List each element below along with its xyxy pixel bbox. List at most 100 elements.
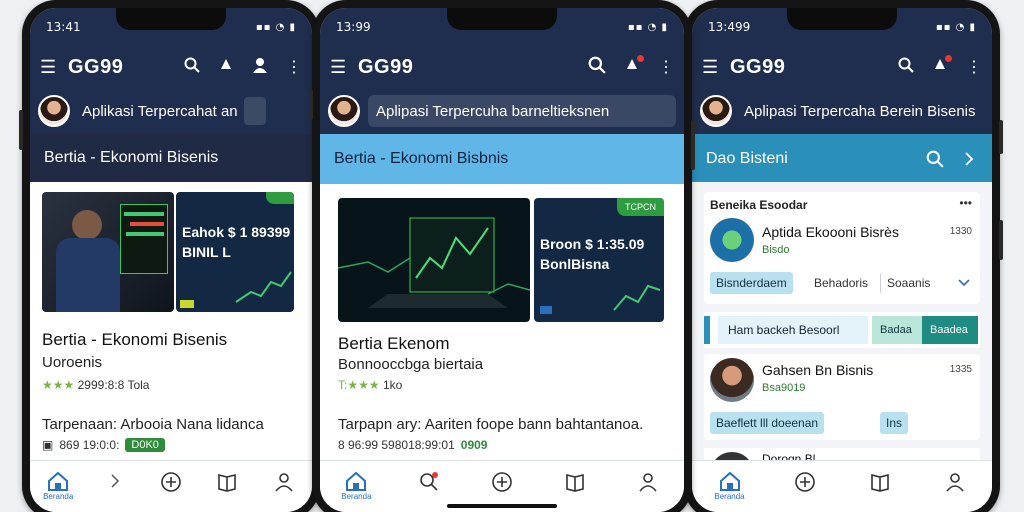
nav-add[interactable] <box>482 471 522 493</box>
item-count: 1330 <box>949 226 972 237</box>
news-card-2[interactable]: Gahsen Bn Bisnis Bsa9019 1335 Baeflett l… <box>704 354 980 440</box>
nav-add[interactable] <box>785 471 825 493</box>
nav-profile[interactable] <box>264 471 304 493</box>
hero-photo[interactable] <box>338 198 530 322</box>
hero-photo[interactable] <box>42 192 174 312</box>
home-icon <box>719 471 740 491</box>
book-icon <box>218 473 237 492</box>
status-bar: 13:41 ▪▪ ◔ ▮ <box>30 8 312 46</box>
search-text: Aplipasi Terpercaha Berein Bisenis <box>744 102 976 120</box>
status-icons: ▪▪ ◔ ▮ <box>255 21 296 33</box>
band-label[interactable]: Ham backeh Besoorl <box>718 316 868 344</box>
notification-icon[interactable] <box>932 54 952 78</box>
rating: ★★★ 2999:8:8 Tola <box>42 378 149 392</box>
band-middle[interactable]: Badaa <box>872 316 922 344</box>
app-title: GG99 <box>358 55 414 78</box>
item-sub: Bisdo <box>762 244 790 256</box>
plus-circle-icon <box>161 472 181 492</box>
nav-profile[interactable] <box>628 471 668 493</box>
nav-library[interactable] <box>860 471 900 493</box>
bottom-nav: Beranda <box>30 460 312 512</box>
chevron-right-icon[interactable] <box>960 150 978 168</box>
more-icon[interactable]: ⋮ <box>658 57 674 77</box>
band-action[interactable]: Baadea <box>922 316 978 344</box>
menu-icon[interactable]: ☰ <box>330 57 358 78</box>
nav-add[interactable] <box>151 471 191 493</box>
menu-icon[interactable]: ☰ <box>702 57 730 78</box>
status-icons: ▪▪ ◔ ▮ <box>627 21 668 33</box>
home-indicator[interactable] <box>447 504 557 508</box>
notification-icon[interactable] <box>624 54 644 78</box>
plus-circle-icon <box>794 472 815 492</box>
item-count: 1335 <box>949 364 972 375</box>
section-header[interactable]: Bertia - Ekonomi Bisenis <box>30 134 312 182</box>
news-title[interactable]: Bertia Ekenom <box>338 334 450 354</box>
nav-home[interactable]: Beranda <box>336 471 376 501</box>
tagline: Tarpapn ary: Aariten foope bann bahtanta… <box>338 416 644 433</box>
more-icon[interactable]: ⋮ <box>966 57 982 77</box>
news-title[interactable]: Bertia - Ekonomi Bisenis <box>42 330 227 350</box>
nav-library[interactable] <box>555 471 595 493</box>
chip-3[interactable]: Soaanis <box>880 272 936 294</box>
section-header[interactable]: Bertia - Ekonomi Bisbnis <box>320 134 684 184</box>
chip-2[interactable]: Ins <box>880 412 909 434</box>
item-thumbnail <box>710 358 754 402</box>
plus-circle-icon <box>492 472 512 492</box>
rating-text: 1ko <box>382 378 403 392</box>
item-sub: Bsa9019 <box>762 382 806 394</box>
status-bar: 13:99 ▪▪ ◔ ▮ <box>320 8 684 46</box>
avatar[interactable] <box>700 95 732 127</box>
search-input[interactable]: Aplipasi Terpercuha barneltieksnen <box>368 95 676 127</box>
nav-search[interactable] <box>409 471 449 493</box>
phone-center: 13:99 ▪▪ ◔ ▮ ☰ GG99 ⋮ Aplipasi Terpercuh… <box>309 0 695 512</box>
promo-banner[interactable]: Eahok $ 1 89399 BINIL L <box>176 192 294 312</box>
chip-2[interactable]: Behadoris <box>808 272 874 294</box>
menu-icon[interactable]: ☰ <box>40 57 68 78</box>
more-icon[interactable]: ••• <box>959 196 972 210</box>
news-card-1[interactable]: Beneika Esoodar ••• Aptida Ekoooni Bisrè… <box>704 192 980 304</box>
nav-library[interactable] <box>207 471 247 493</box>
rating-stars: T:★★★ <box>338 378 380 392</box>
status-icons: ▪▪ ◔ ▮ <box>935 21 976 33</box>
chip-1[interactable]: Bisnderdaem <box>710 272 793 294</box>
more-icon[interactable]: ⋮ <box>286 57 302 77</box>
calendar-icon: ▣ <box>42 438 54 452</box>
meta-badge: D0K0 <box>125 438 165 452</box>
search-text: Aplipasi Terpercuha barneltieksnen <box>376 102 610 120</box>
section-title: Bertia - Ekonomi Bisenis <box>44 149 219 166</box>
chevron-down-icon[interactable] <box>958 278 970 288</box>
filter-band: Ham backeh Besoorl Badaa Baadea <box>704 312 980 348</box>
item-name: Aptida Ekoooni Bisrès <box>762 224 899 240</box>
nav-home[interactable]: Beranda <box>710 471 750 501</box>
search-icon[interactable] <box>898 57 914 78</box>
notification-icon[interactable] <box>218 57 234 78</box>
screen-center: 13:99 ▪▪ ◔ ▮ ☰ GG99 ⋮ Aplipasi Terpercuh… <box>320 8 684 512</box>
nav-home[interactable]: Beranda <box>38 471 78 501</box>
meta-row: ▣ 869 19:0:0: D0K0 <box>42 438 165 452</box>
meta-text: 869 19:0:0: <box>59 438 120 452</box>
avatar[interactable] <box>38 95 70 127</box>
nav-next[interactable] <box>95 471 135 491</box>
screen-right: 13:499 ▪▪ ◔ ▮ ☰ GG99 ⋮ Aplipasi Terperca… <box>692 8 992 512</box>
chip-1[interactable]: Baeflett lll doeenan <box>710 412 825 434</box>
search-input[interactable]: Aplikasi Terpercahat an <box>78 95 304 127</box>
promo-banner[interactable]: TCPCN Broon $ 1:35.09 BonlBisna <box>534 198 664 322</box>
book-icon <box>870 473 889 492</box>
search-icon[interactable] <box>588 56 606 79</box>
search-icon[interactable] <box>926 150 944 168</box>
section-title: Bertia - Ekonomi Bisbnis <box>334 150 509 167</box>
avatar[interactable] <box>328 95 360 127</box>
meta-row: 8 96:99 598018:99:01 0909 <box>338 438 487 452</box>
profile-icon[interactable] <box>252 57 268 78</box>
search-input[interactable]: Aplipasi Terpercaha Berein Bisenis <box>740 95 984 127</box>
rating: T:★★★ 1ko <box>338 378 402 392</box>
section-header[interactable]: Dao Bisteni <box>692 134 992 184</box>
nav-profile[interactable] <box>935 471 975 493</box>
list-area: Beneika Esoodar ••• Aptida Ekoooni Bisrè… <box>692 182 992 468</box>
status-time: 13:99 <box>336 20 371 34</box>
app-title: GG99 <box>730 55 786 78</box>
search-icon[interactable] <box>184 57 200 78</box>
app-bar: ☰ GG99 ⋮ <box>30 46 312 88</box>
nav-home-label: Beranda <box>341 492 372 501</box>
user-icon <box>275 473 293 492</box>
